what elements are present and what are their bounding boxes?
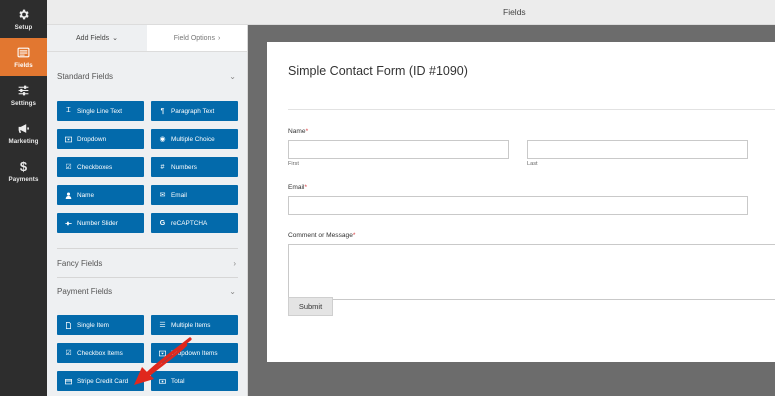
field-button-multiple-choice[interactable]: ◉ Multiple Choice bbox=[151, 129, 238, 149]
first-name-input[interactable] bbox=[288, 140, 509, 159]
page-title: Fields bbox=[503, 7, 526, 17]
submit-button[interactable]: Submit bbox=[288, 297, 333, 316]
field-button-single-item[interactable]: Single Item bbox=[57, 315, 144, 335]
field-button-checkboxes[interactable]: ☑ Checkboxes bbox=[57, 157, 144, 177]
nav-item-settings[interactable]: Settings bbox=[0, 76, 47, 114]
chevron-right-icon: › bbox=[217, 34, 221, 42]
form-card: Simple Contact Form (ID #1090) Name* Fir… bbox=[267, 42, 775, 362]
first-sublabel: First bbox=[288, 161, 299, 167]
section-title: Standard Fields bbox=[57, 71, 114, 81]
message-textarea[interactable] bbox=[288, 244, 775, 300]
nav-item-payments[interactable]: $ Payments bbox=[0, 152, 47, 190]
field-button-label: Email bbox=[171, 191, 187, 199]
nav-label-marketing: Marketing bbox=[8, 137, 39, 145]
field-button-label: Checkboxes bbox=[77, 163, 113, 171]
field-button-label: Numbers bbox=[171, 163, 197, 171]
field-button-label: Multiple Choice bbox=[171, 135, 215, 143]
section-title: Fancy Fields bbox=[57, 258, 103, 268]
envelope-icon: ✉ bbox=[159, 192, 166, 199]
list-icon: ☰ bbox=[159, 322, 166, 329]
tab-add-fields-label: Add Fields bbox=[76, 34, 110, 42]
field-button-number-slider[interactable]: Number Slider bbox=[57, 213, 144, 233]
nav-label-settings: Settings bbox=[10, 99, 37, 107]
field-button-name[interactable]: Name bbox=[57, 185, 144, 205]
field-label-message: Comment or Message* bbox=[288, 232, 355, 239]
google-icon: G bbox=[159, 219, 166, 227]
megaphone-icon bbox=[18, 123, 29, 133]
chevron-down-icon: ⌄ bbox=[229, 286, 236, 296]
tab-field-options-label: Field Options bbox=[173, 34, 215, 42]
text-icon: Ꮖ bbox=[66, 107, 71, 114]
field-button-email[interactable]: ✉ Email bbox=[151, 185, 238, 205]
section-standard-fields[interactable]: Standard Fields ⌄ bbox=[47, 62, 248, 90]
section-title: Payment Fields bbox=[57, 286, 113, 296]
gear-icon bbox=[19, 9, 29, 19]
field-button-label: Multiple Items bbox=[171, 321, 211, 329]
section-fancy-fields[interactable]: Fancy Fields › bbox=[47, 249, 248, 277]
label-text: Name bbox=[288, 128, 306, 135]
annotation-arrow bbox=[134, 337, 192, 385]
header-bar: Fields bbox=[47, 0, 775, 25]
section-payment-fields[interactable]: Payment Fields ⌄ bbox=[47, 277, 248, 305]
field-button-multiple-items[interactable]: ☰ Multiple Items bbox=[151, 315, 238, 335]
dropdown-icon bbox=[64, 136, 73, 143]
label-text: Email bbox=[288, 184, 305, 191]
user-icon bbox=[64, 192, 73, 199]
required-marker: * bbox=[352, 232, 356, 239]
field-label-email: Email* bbox=[288, 184, 307, 191]
field-button-label: Single Line Text bbox=[77, 107, 123, 115]
paragraph-icon: ¶ bbox=[160, 107, 165, 115]
form-preview-area: Simple Contact Form (ID #1090) Name* Fir… bbox=[248, 25, 775, 396]
required-marker: * bbox=[305, 128, 309, 135]
required-marker: * bbox=[304, 184, 308, 191]
field-button-paragraph-text[interactable]: ¶ Paragraph Text bbox=[151, 101, 238, 121]
label-text: Comment or Message bbox=[288, 232, 353, 239]
field-button-label: Paragraph Text bbox=[171, 107, 215, 115]
field-button-label: reCAPTCHA bbox=[171, 219, 208, 227]
nav-item-marketing[interactable]: Marketing bbox=[0, 114, 47, 152]
field-button-label: Checkbox Items bbox=[77, 349, 123, 357]
credit-card-icon bbox=[64, 378, 73, 385]
tab-field-options[interactable]: Field Options › bbox=[147, 25, 247, 51]
nav-label-fields: Fields bbox=[14, 61, 33, 69]
field-button-dropdown[interactable]: Dropdown bbox=[57, 129, 144, 149]
chevron-right-icon: › bbox=[233, 258, 236, 268]
dollar-icon: $ bbox=[19, 158, 28, 174]
field-button-label: Single Item bbox=[77, 321, 109, 329]
hash-icon: # bbox=[160, 163, 165, 171]
field-button-recaptcha[interactable]: G reCAPTCHA bbox=[151, 213, 238, 233]
checkbox-icon: ☑ bbox=[65, 164, 72, 171]
chevron-down-icon: ⌄ bbox=[112, 35, 118, 42]
nav-label-payments: Payments bbox=[8, 175, 39, 183]
email-field[interactable] bbox=[288, 196, 748, 215]
title-divider bbox=[288, 109, 775, 110]
nav-item-setup[interactable]: Setup bbox=[0, 0, 47, 38]
last-name-input[interactable] bbox=[527, 140, 748, 159]
tab-add-fields[interactable]: Add Fields ⌄ bbox=[47, 25, 147, 51]
last-sublabel: Last bbox=[527, 161, 538, 167]
chevron-down-icon: ⌄ bbox=[229, 71, 236, 81]
slider-icon bbox=[64, 220, 73, 227]
field-button-label: Dropdown bbox=[77, 135, 107, 143]
nav-item-fields[interactable]: Fields bbox=[0, 38, 47, 76]
nav-label-setup: Setup bbox=[14, 23, 33, 31]
checkbox-icon: ☑ bbox=[65, 350, 72, 357]
field-button-label: Number Slider bbox=[77, 219, 118, 227]
document-icon bbox=[64, 321, 73, 329]
field-button-label: Name bbox=[77, 191, 95, 199]
field-button-numbers[interactable]: # Numbers bbox=[151, 157, 238, 177]
sliders-icon bbox=[18, 85, 29, 95]
fields-icon bbox=[17, 47, 30, 57]
field-label-name: Name* bbox=[288, 128, 308, 135]
multiple-choice-icon: ◉ bbox=[159, 136, 166, 143]
panel-tabs: Add Fields ⌄ Field Options › bbox=[47, 25, 247, 52]
field-button-single-line-text[interactable]: Ꮖ Single Line Text bbox=[57, 101, 144, 121]
main-nav: Setup Fields Settings Marketing $ Paymen… bbox=[0, 0, 47, 396]
form-title: Simple Contact Form (ID #1090) bbox=[288, 64, 468, 78]
